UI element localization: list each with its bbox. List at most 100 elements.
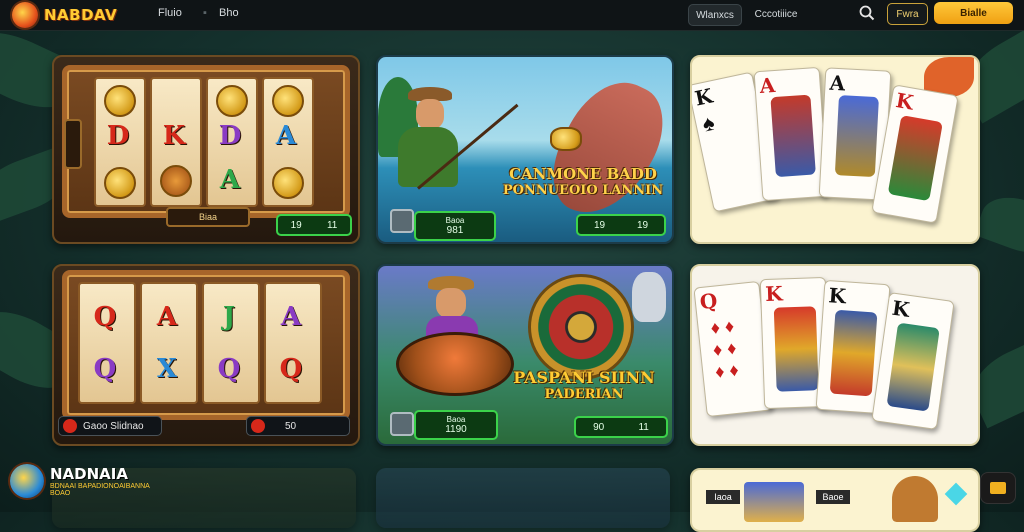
card-face-art <box>829 309 878 397</box>
logo-emblem-icon <box>12 2 38 28</box>
fish-title-line2: PONNUEOIO LANNIN <box>502 183 664 198</box>
reel-symbol: D <box>106 121 130 151</box>
logo-text: NABDAV <box>44 6 118 24</box>
slot2-value-bar: 50 <box>246 416 350 436</box>
game-thumb-icon <box>390 412 414 436</box>
card-face-art <box>770 94 816 178</box>
card-face-art <box>886 322 940 412</box>
win-left: 19 <box>290 219 302 231</box>
tag-1: Iaoa <box>706 490 740 504</box>
reel-symbol: A <box>275 121 297 151</box>
game-card-cards-1[interactable]: K ♠ A A K <box>690 55 980 244</box>
header-pill-2[interactable]: Cccotiiice <box>748 4 804 24</box>
coin-symbol-icon <box>216 85 248 117</box>
tag-2: Baoe <box>816 490 850 504</box>
card-letter: A <box>758 73 776 99</box>
portrait-art <box>744 482 804 522</box>
card-letter: A <box>829 70 846 96</box>
card-face-art <box>887 115 943 202</box>
win-right: 19 <box>636 219 649 231</box>
jungle-leaf-decoration <box>973 187 1024 263</box>
treasure-basket <box>396 332 514 396</box>
game-card-partial-2[interactable] <box>376 468 670 528</box>
slot2-value: 50 <box>285 420 297 432</box>
roulette-bar-value: 1190 <box>445 424 467 435</box>
card-letter: K <box>894 88 916 115</box>
game-card-fishing[interactable]: CANMONE BADD PONNUEOIO LANNIN Baoa 981 1… <box>376 55 674 244</box>
coin-symbol-icon <box>272 167 304 199</box>
win-left: 19 <box>593 219 606 231</box>
footer-brand-title: NADNAIA <box>50 465 128 483</box>
reel-symbol: D <box>218 121 242 151</box>
site-logo[interactable]: NABDAV <box>12 2 117 28</box>
game-card-slot-2[interactable]: Q A J A Q X Q Q Gaoo Slidnao 50 <box>52 264 360 446</box>
coin-symbol-icon <box>272 85 304 117</box>
slot-title-plaque: Biaa <box>166 207 250 227</box>
fish-bar-value: 981 <box>446 225 464 236</box>
game-thumb-icon <box>390 209 414 233</box>
nav-item-2[interactable]: Bho <box>219 7 239 19</box>
game-card-partial-3[interactable]: Iaoa Baoe <box>690 468 980 532</box>
explorer-art <box>892 476 938 522</box>
mask-figure <box>632 272 666 322</box>
coin-symbol-icon <box>160 165 192 197</box>
reel-symbol: Q <box>93 354 117 384</box>
card-face-art <box>773 306 819 392</box>
fish-title: CANMONE BADD PONNUEOIO LANNIN <box>498 165 668 198</box>
nav-separator: ▪ <box>203 7 207 19</box>
win-bar: 90 11 <box>574 416 668 438</box>
fish-title-line1: CANMONE BADD <box>509 165 657 183</box>
footer-brand[interactable]: NADNAIA BDNAAI BAPADIONOAIBANNA BOAO <box>10 464 150 498</box>
fish-bar: Baoa 981 <box>414 211 496 241</box>
game-card-roulette[interactable]: PASPANI SIINN PADERIAN Baoa 1190 90 11 <box>376 264 674 446</box>
card-letter: K <box>827 283 847 309</box>
win-left: 90 <box>593 421 605 433</box>
slot2-label: Gaoo Slidnao <box>83 420 144 432</box>
chat-icon <box>990 482 1006 494</box>
red-chip-icon <box>63 419 77 433</box>
roulette-title-line1: PASPANI SIINN <box>513 368 655 387</box>
search-icon[interactable] <box>859 5 875 21</box>
win-right: 11 <box>326 219 338 231</box>
reel-symbol: Q <box>279 354 303 384</box>
header-pill-1[interactable]: Wlanxcs <box>688 4 742 26</box>
win-bar: 19 11 <box>276 214 352 236</box>
win-right: 11 <box>638 421 649 433</box>
roulette-bar: Baoa 1190 <box>414 410 498 440</box>
footer-brand-line3: BOAO <box>50 490 71 497</box>
footer-brand-line2: BDNAAI BAPADIONOAIBANNA <box>50 483 150 490</box>
reel-symbol: A <box>280 302 302 332</box>
spade-icon: ♠ <box>700 109 717 137</box>
reel-symbol: Q <box>217 354 241 384</box>
card-letter: K <box>764 281 784 307</box>
reel-symbol: Q <box>93 302 117 332</box>
roulette-title-line2: PADERIAN <box>544 387 624 402</box>
card-letter: K <box>890 295 912 322</box>
coin-symbol-icon <box>104 85 136 117</box>
chat-button[interactable] <box>980 472 1016 504</box>
top-header: NABDAV Fluio ▪ Bho Wlanxcs Cccotiiice Fw… <box>0 0 1024 31</box>
roulette-title: PASPANI SIINN PADERIAN <box>498 368 670 402</box>
game-card-slot-1[interactable]: D K D A A Biaa 19 11 <box>52 55 360 244</box>
card-face-art <box>834 95 879 178</box>
register-button[interactable]: Bialle <box>934 2 1013 24</box>
login-button[interactable]: Fwra <box>887 3 928 25</box>
roulette-bar-label: Baoa <box>446 415 466 424</box>
red-chip-icon <box>251 419 265 433</box>
reel-symbol: A <box>156 302 178 332</box>
coin-symbol-icon <box>104 167 136 199</box>
playing-card: A <box>753 66 829 202</box>
slot2-info-bar: Gaoo Slidnao <box>58 416 162 436</box>
nav-item-1[interactable]: Fluio <box>158 7 182 19</box>
reel-symbol: J <box>222 302 236 332</box>
reel-symbol: A <box>219 165 241 195</box>
fish-bar-label: Baoa <box>445 216 465 225</box>
card-letter: K <box>692 83 715 111</box>
roulette-wheel-icon <box>528 274 634 380</box>
side-panel <box>64 119 82 169</box>
treasure-icon <box>550 127 582 151</box>
footer-logo-icon <box>10 464 44 498</box>
game-card-cards-2[interactable]: Q ♦ ♦ ♦ ♦ ♦ ♦ K K K <box>690 264 980 446</box>
gem-icon <box>944 482 968 506</box>
card-letter: Q <box>698 288 719 315</box>
